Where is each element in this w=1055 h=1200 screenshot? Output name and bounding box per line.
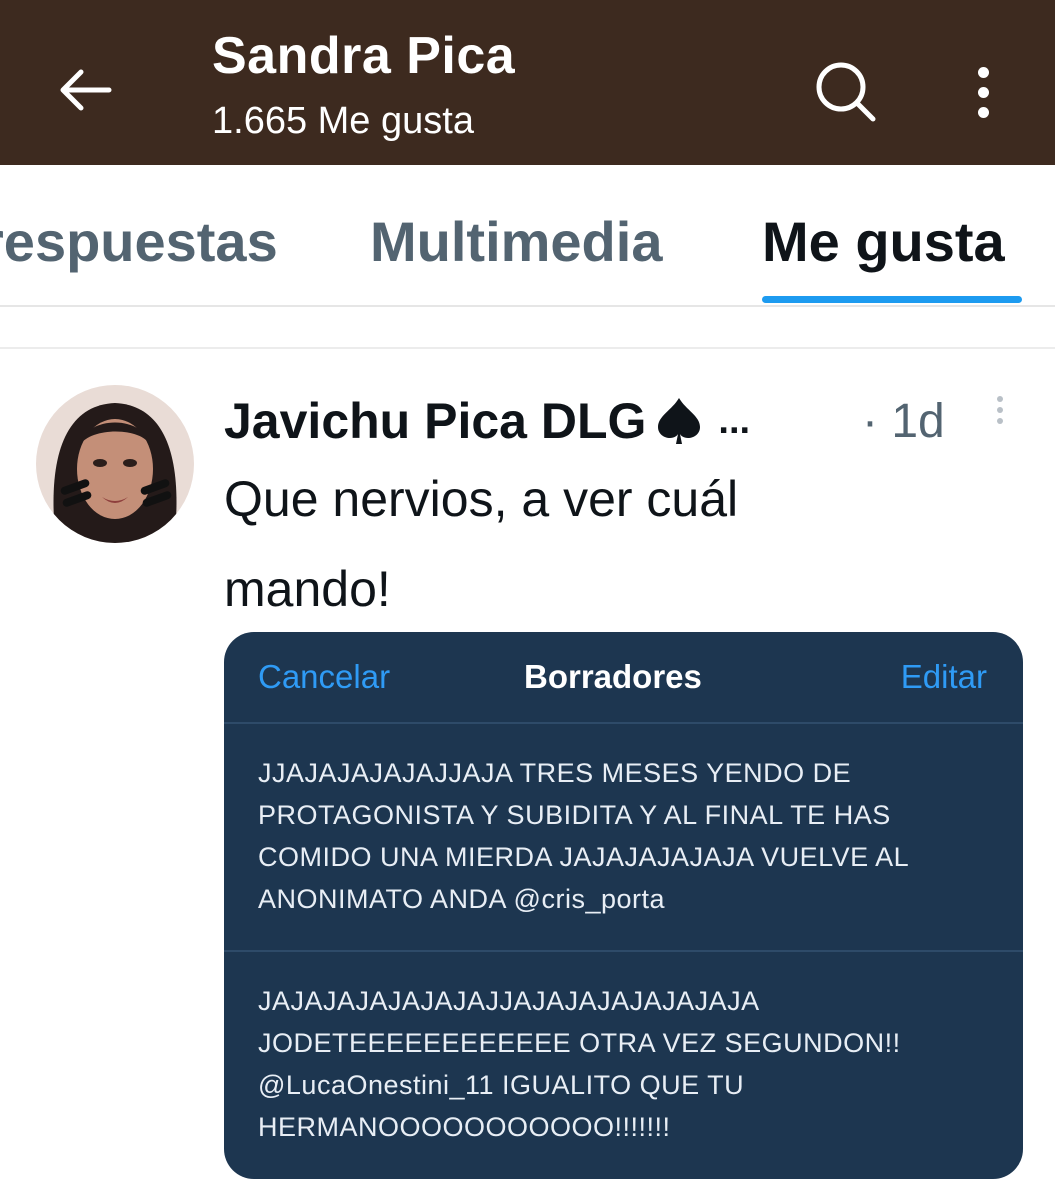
- search-button[interactable]: [808, 54, 884, 130]
- avatar[interactable]: [36, 385, 194, 543]
- back-arrow-icon: [60, 69, 112, 111]
- draft-item: JAJAJAJAJAJAJAJJAJAJAJAJAJAJAJA JODETEEE…: [258, 980, 988, 1148]
- draft-line: JAJAJAJAJAJAJAJJAJAJAJAJAJAJAJA: [258, 986, 760, 1016]
- draft-divider: [224, 950, 1023, 952]
- drafts-image[interactable]: Cancelar Borradores Editar JJAJAJAJAJAJJ…: [224, 632, 1023, 1179]
- draft-item: JJAJAJAJAJAJJAJA TRES MESES YENDO DE PRO…: [258, 752, 988, 920]
- drafts-header: Cancelar Borradores Editar: [224, 632, 1023, 724]
- profile-header: Sandra Pica 1.665 Me gusta: [0, 0, 1055, 165]
- draft-line: HERMANOOOOOOOOOOO!!!!!!!: [258, 1112, 671, 1142]
- tab-respuestas[interactable]: respuestas: [0, 209, 278, 274]
- edit-label: Editar: [900, 658, 987, 695]
- cancel-label: Cancelar: [258, 658, 391, 695]
- tab-multimedia[interactable]: Multimedia: [370, 209, 662, 274]
- drafts-title: Borradores: [524, 658, 702, 695]
- draft-line: COMIDO UNA MIERDA JAJAJAJAJAJA VUELVE AL: [258, 842, 910, 872]
- profile-tabs: respuestas Multimedia Me gusta: [0, 165, 1055, 307]
- more-vertical-icon[interactable]: [955, 54, 1011, 130]
- previous-item-edge: [0, 307, 1055, 349]
- avatar-image: [36, 385, 194, 543]
- draft-line: JODETEEEEEEEEEEEE OTRA VEZ SEGUNDON!!: [258, 1028, 901, 1058]
- draft-line: ANONIMATO ANDA @cris_porta: [258, 884, 666, 914]
- tweet-author[interactable]: Javichu Pica DLG ...: [224, 392, 750, 450]
- author-name: Javichu Pica DLG: [224, 393, 647, 449]
- draft-line: @LucaOnestini_11 IGUALITO QUE TU: [258, 1070, 745, 1100]
- tweet-text: Que nervios, a ver cuál mando!: [224, 470, 924, 650]
- search-icon: [816, 62, 876, 122]
- profile-name: Sandra Pica: [212, 27, 516, 85]
- draft-line: JJAJAJAJAJAJJAJA TRES MESES YENDO DE: [258, 758, 852, 788]
- tweet-time[interactable]: · 1d: [862, 394, 945, 449]
- draft-line: PROTAGONISTA Y SUBIDITA Y AL FINAL TE HA…: [258, 800, 891, 830]
- tab-selected-indicator: [762, 296, 1022, 303]
- name-truncation: ...: [718, 399, 751, 442]
- back-button[interactable]: [50, 55, 120, 125]
- tweet-text-line: Que nervios, a ver cuál: [224, 471, 739, 527]
- spade-icon: [658, 398, 701, 444]
- tweet-more-icon[interactable]: [990, 396, 1010, 436]
- likes-count: 1.665 Me gusta: [212, 100, 474, 142]
- tab-me-gusta[interactable]: Me gusta: [762, 209, 1005, 274]
